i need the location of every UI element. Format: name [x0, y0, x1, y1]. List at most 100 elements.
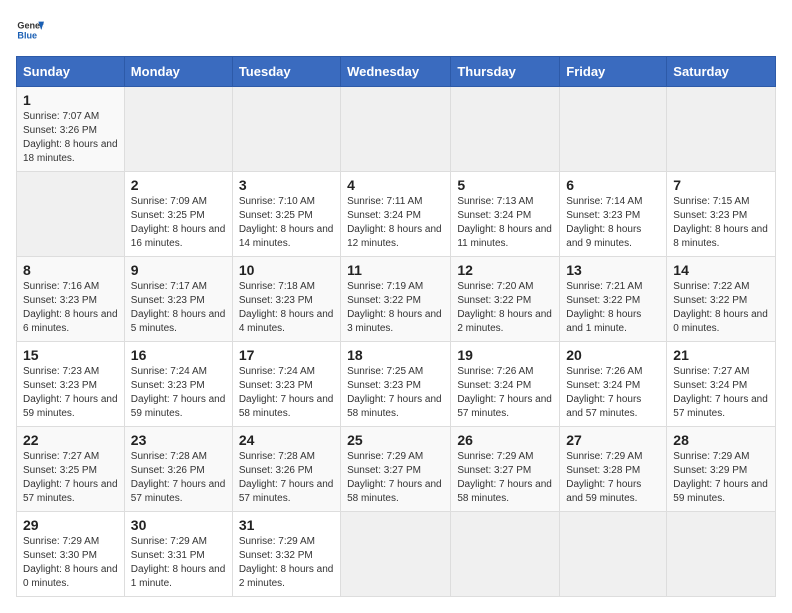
- day-number: 10: [239, 262, 334, 278]
- calendar-cell: [17, 172, 125, 257]
- day-number: 13: [566, 262, 660, 278]
- day-number: 7: [673, 177, 769, 193]
- day-number: 5: [457, 177, 553, 193]
- day-info: Sunrise: 7:29 AMSunset: 3:27 PMDaylight:…: [347, 451, 442, 504]
- calendar-table: SundayMondayTuesdayWednesdayThursdayFrid…: [16, 56, 776, 597]
- day-number: 31: [239, 517, 334, 533]
- calendar-week-row: 15 Sunrise: 7:23 AMSunset: 3:23 PMDayligh…: [17, 342, 776, 427]
- svg-text:Blue: Blue: [17, 30, 37, 40]
- day-number: 11: [347, 262, 444, 278]
- calendar-cell: 1 Sunrise: 7:07 AMSunset: 3:26 PMDaylight…: [17, 87, 125, 172]
- calendar-cell: 28 Sunrise: 7:29 AMSunset: 3:29 PMDayligh…: [667, 427, 776, 512]
- day-info: Sunrise: 7:26 AMSunset: 3:24 PMDaylight:…: [457, 366, 552, 419]
- day-number: 25: [347, 432, 444, 448]
- calendar-cell: 29 Sunrise: 7:29 AMSunset: 3:30 PMDayligh…: [17, 512, 125, 597]
- day-number: 8: [23, 262, 118, 278]
- logo-icon: General Blue: [16, 16, 44, 44]
- calendar-cell: 20 Sunrise: 7:26 AMSunset: 3:24 PMDayligh…: [560, 342, 667, 427]
- day-info: Sunrise: 7:28 AMSunset: 3:26 PMDaylight:…: [239, 451, 334, 504]
- calendar-cell: 16Sunrise: 7:24 AMSunset: 3:23 PMDayligh…: [124, 342, 232, 427]
- calendar-cell: 17Sunrise: 7:24 AMSunset: 3:23 PMDayligh…: [232, 342, 340, 427]
- day-number: 15: [23, 347, 118, 363]
- day-number: 26: [457, 432, 553, 448]
- day-number: 28: [673, 432, 769, 448]
- calendar-cell: 21 Sunrise: 7:27 AMSunset: 3:24 PMDayligh…: [667, 342, 776, 427]
- calendar-cell: 30Sunrise: 7:29 AMSunset: 3:31 PMDayligh…: [124, 512, 232, 597]
- calendar-cell: 27 Sunrise: 7:29 AMSunset: 3:28 PMDayligh…: [560, 427, 667, 512]
- calendar-cell: 13 Sunrise: 7:21 AMSunset: 3:22 PMDayligh…: [560, 257, 667, 342]
- day-info: Sunrise: 7:18 AMSunset: 3:23 PMDaylight:…: [239, 281, 334, 334]
- day-info: Sunrise: 7:25 AMSunset: 3:23 PMDaylight:…: [347, 366, 442, 419]
- col-header-saturday: Saturday: [667, 57, 776, 87]
- calendar-cell: [232, 87, 340, 172]
- calendar-cell: 31 Sunrise: 7:29 AMSunset: 3:32 PMDayligh…: [232, 512, 340, 597]
- calendar-cell: 23 Sunrise: 7:28 AMSunset: 3:26 PMDayligh…: [124, 427, 232, 512]
- calendar-cell: 4Sunrise: 7:11 AMSunset: 3:24 PMDaylight…: [341, 172, 451, 257]
- calendar-header-row: SundayMondayTuesdayWednesdayThursdayFrid…: [17, 57, 776, 87]
- day-number: 20: [566, 347, 660, 363]
- calendar-cell: [451, 87, 560, 172]
- day-info: Sunrise: 7:24 AMSunset: 3:23 PMDaylight:…: [239, 366, 334, 419]
- day-info: Sunrise: 7:26 AMSunset: 3:24 PMDaylight:…: [566, 366, 642, 419]
- calendar-cell: 25 Sunrise: 7:29 AMSunset: 3:27 PMDayligh…: [341, 427, 451, 512]
- calendar-cell: 8 Sunrise: 7:16 AMSunset: 3:23 PMDaylight…: [17, 257, 125, 342]
- day-info: Sunrise: 7:13 AMSunset: 3:24 PMDaylight:…: [457, 196, 552, 249]
- col-header-thursday: Thursday: [451, 57, 560, 87]
- calendar-cell: 7Sunrise: 7:15 AMSunset: 3:23 PMDaylight…: [667, 172, 776, 257]
- calendar-week-row: 2 Sunrise: 7:09 AMSunset: 3:25 PMDaylight…: [17, 172, 776, 257]
- day-number: 16: [131, 347, 226, 363]
- day-number: 30: [131, 517, 226, 533]
- calendar-cell: 10 Sunrise: 7:18 AMSunset: 3:23 PMDayligh…: [232, 257, 340, 342]
- day-info: Sunrise: 7:27 AMSunset: 3:24 PMDaylight:…: [673, 366, 768, 419]
- day-info: Sunrise: 7:14 AMSunset: 3:23 PMDaylight:…: [566, 196, 642, 249]
- day-info: Sunrise: 7:07 AMSunset: 3:26 PMDaylight:…: [23, 111, 118, 164]
- day-number: 27: [566, 432, 660, 448]
- day-number: 29: [23, 517, 118, 533]
- calendar-cell: [667, 512, 776, 597]
- day-info: Sunrise: 7:20 AMSunset: 3:22 PMDaylight:…: [457, 281, 552, 334]
- calendar-cell: [341, 87, 451, 172]
- day-number: 3: [239, 177, 334, 193]
- day-number: 18: [347, 347, 444, 363]
- day-info: Sunrise: 7:23 AMSunset: 3:23 PMDaylight:…: [23, 366, 118, 419]
- day-number: 23: [131, 432, 226, 448]
- day-info: Sunrise: 7:27 AMSunset: 3:25 PMDaylight:…: [23, 451, 118, 504]
- day-number: 1: [23, 92, 118, 108]
- day-info: Sunrise: 7:22 AMSunset: 3:22 PMDaylight:…: [673, 281, 768, 334]
- day-number: 22: [23, 432, 118, 448]
- day-info: Sunrise: 7:28 AMSunset: 3:26 PMDaylight:…: [131, 451, 226, 504]
- day-info: Sunrise: 7:09 AMSunset: 3:25 PMDaylight:…: [131, 196, 226, 249]
- day-info: Sunrise: 7:21 AMSunset: 3:22 PMDaylight:…: [566, 281, 642, 334]
- col-header-sunday: Sunday: [17, 57, 125, 87]
- day-info: Sunrise: 7:29 AMSunset: 3:28 PMDaylight:…: [566, 451, 642, 504]
- day-info: Sunrise: 7:29 AMSunset: 3:32 PMDaylight:…: [239, 536, 334, 589]
- calendar-cell: 22 Sunrise: 7:27 AMSunset: 3:25 PMDayligh…: [17, 427, 125, 512]
- calendar-cell: [451, 512, 560, 597]
- col-header-monday: Monday: [124, 57, 232, 87]
- day-info: Sunrise: 7:29 AMSunset: 3:27 PMDaylight:…: [457, 451, 552, 504]
- day-info: Sunrise: 7:16 AMSunset: 3:23 PMDaylight:…: [23, 281, 118, 334]
- calendar-week-row: 1 Sunrise: 7:07 AMSunset: 3:26 PMDaylight…: [17, 87, 776, 172]
- day-info: Sunrise: 7:19 AMSunset: 3:22 PMDaylight:…: [347, 281, 442, 334]
- day-number: 24: [239, 432, 334, 448]
- day-info: Sunrise: 7:11 AMSunset: 3:24 PMDaylight:…: [347, 196, 442, 249]
- col-header-wednesday: Wednesday: [341, 57, 451, 87]
- day-info: Sunrise: 7:29 AMSunset: 3:29 PMDaylight:…: [673, 451, 768, 504]
- calendar-cell: 9Sunrise: 7:17 AMSunset: 3:23 PMDaylight…: [124, 257, 232, 342]
- day-number: 21: [673, 347, 769, 363]
- day-info: Sunrise: 7:10 AMSunset: 3:25 PMDaylight:…: [239, 196, 334, 249]
- day-number: 14: [673, 262, 769, 278]
- calendar-week-row: 22 Sunrise: 7:27 AMSunset: 3:25 PMDayligh…: [17, 427, 776, 512]
- day-number: 9: [131, 262, 226, 278]
- day-number: 2: [131, 177, 226, 193]
- calendar-cell: 24 Sunrise: 7:28 AMSunset: 3:26 PMDayligh…: [232, 427, 340, 512]
- calendar-cell: [124, 87, 232, 172]
- col-header-friday: Friday: [560, 57, 667, 87]
- col-header-tuesday: Tuesday: [232, 57, 340, 87]
- calendar-cell: 6Sunrise: 7:14 AMSunset: 3:23 PMDaylight…: [560, 172, 667, 257]
- calendar-cell: 14 Sunrise: 7:22 AMSunset: 3:22 PMDayligh…: [667, 257, 776, 342]
- calendar-cell: 5 Sunrise: 7:13 AMSunset: 3:24 PMDaylight…: [451, 172, 560, 257]
- day-info: Sunrise: 7:29 AMSunset: 3:30 PMDaylight:…: [23, 536, 118, 589]
- calendar-cell: 15 Sunrise: 7:23 AMSunset: 3:23 PMDayligh…: [17, 342, 125, 427]
- calendar-cell: 19Sunrise: 7:26 AMSunset: 3:24 PMDayligh…: [451, 342, 560, 427]
